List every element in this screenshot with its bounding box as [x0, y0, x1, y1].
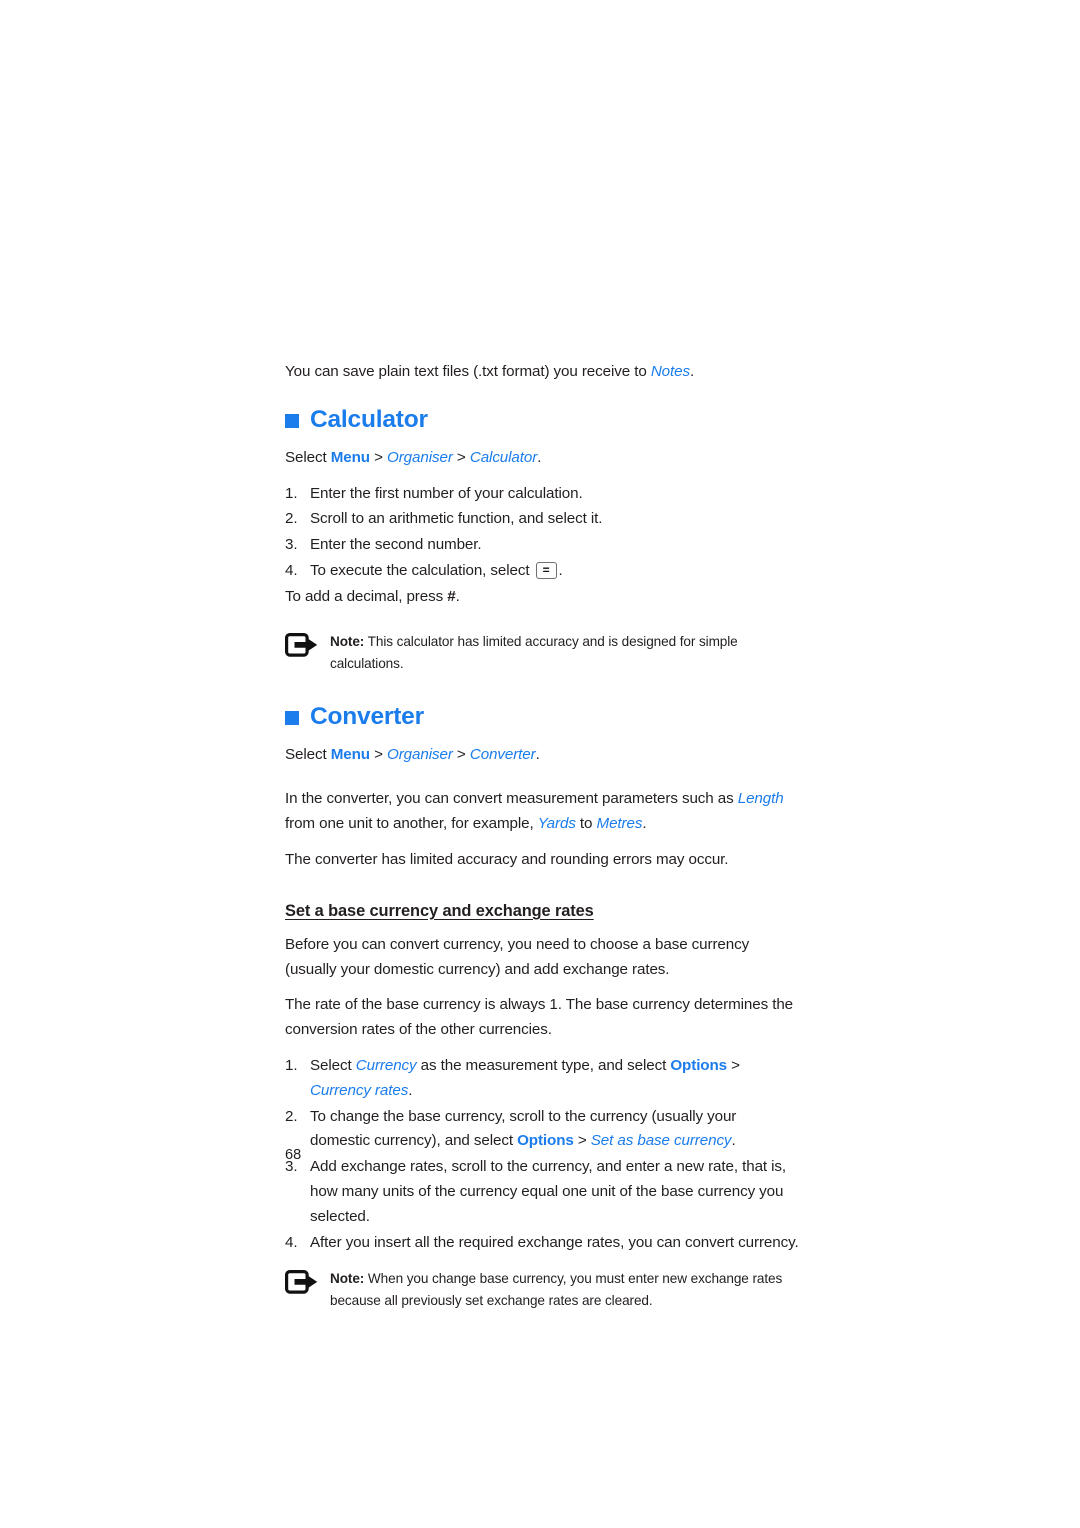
converter-intro-part2: from one unit to another, for example,: [285, 815, 538, 833]
note-body-text: This calculator has limited accuracy and…: [330, 633, 738, 671]
options-menu-reference: Options: [517, 1132, 574, 1150]
note-callout-calculator: Note: This calculator has limited accura…: [285, 630, 800, 675]
square-bullet-icon: [285, 710, 299, 725]
decimal-text-before: To add a decimal, press: [285, 587, 448, 605]
note-label: Note:: [330, 1271, 365, 1287]
step-text: Select Currency as the measurement type,…: [310, 1054, 800, 1104]
step4-text-before: To execute the calculation, select: [310, 561, 534, 579]
decimal-hint: To add a decimal, press #.: [285, 585, 800, 610]
path-organiser: Organiser: [387, 448, 453, 466]
step4-text-after: .: [558, 561, 563, 579]
note-callout-converter: Note: When you change base currency, you…: [285, 1267, 800, 1312]
step1-part1: Select: [310, 1056, 356, 1074]
square-bullet-icon: [285, 413, 299, 428]
step-number: 3.: [285, 536, 298, 554]
section-heading-calculator: Calculator: [285, 405, 800, 435]
step-number: 4.: [285, 1233, 298, 1251]
step1-separator: >: [727, 1056, 740, 1074]
converter-accuracy-paragraph: The converter has limited accuracy and r…: [285, 850, 729, 868]
converter-intro-part3: to: [575, 815, 597, 833]
path-separator-2: >: [452, 745, 470, 763]
list-item: 3. Add exchange rates, scroll to the cur…: [285, 1155, 800, 1229]
set-as-base-currency-reference: Set as base currency: [590, 1132, 732, 1150]
step-number: 3.: [285, 1158, 298, 1176]
step-number: 1.: [285, 1056, 298, 1074]
step-text: To execute the calculation, select =.: [310, 559, 800, 584]
step-number: 4.: [285, 561, 298, 579]
hash-key-label: #: [447, 587, 456, 605]
page-number: 68: [285, 1147, 302, 1163]
intro-text-before: You can save plain text files (.txt form…: [285, 363, 651, 380]
subheading-base-currency: Set a base currency and exchange rates: [285, 901, 594, 920]
currency-rates-reference: Currency rates: [310, 1081, 409, 1099]
note-arrow-icon: [285, 630, 330, 662]
intro-paragraph: You can save plain text files (.txt form…: [285, 360, 800, 385]
path-separator-1: >: [370, 745, 388, 763]
list-item: 3. Enter the second number.: [285, 533, 800, 558]
path-converter: Converter: [469, 745, 536, 763]
path-select-label: Select: [285, 745, 331, 763]
converter-menu-path: Select Menu > Organiser > Converter.: [285, 743, 800, 768]
step-number: 2.: [285, 510, 298, 528]
step-text: To change the base currency, scroll to t…: [310, 1105, 800, 1155]
equals-key-icon: =: [535, 561, 557, 579]
list-item: 1. Select Currency as the measurement ty…: [285, 1054, 800, 1104]
note-body-text: When you change base currency, you must …: [330, 1271, 783, 1309]
heading-calculator-text: Calculator: [310, 405, 428, 433]
yards-reference: Yards: [537, 815, 576, 833]
step-text: Enter the first number of your calculati…: [310, 484, 583, 502]
notes-reference: Notes: [650, 363, 690, 380]
length-reference: Length: [737, 790, 784, 808]
note-text: Note: This calculator has limited accura…: [330, 630, 800, 675]
converter-steps-list: 1. Select Currency as the measurement ty…: [285, 1054, 800, 1255]
intro-text-after: .: [690, 363, 695, 380]
path-select-label: Select: [285, 448, 331, 466]
document-page: You can save plain text files (.txt form…: [0, 0, 1080, 1528]
path-end: .: [535, 745, 540, 763]
calculator-steps-list: 1. Enter the first number of your calcul…: [285, 482, 800, 584]
path-separator-1: >: [370, 448, 388, 466]
page-content: You can save plain text files (.txt form…: [285, 360, 800, 1312]
list-item: 2. To change the base currency, scroll t…: [285, 1105, 800, 1155]
step1-end: .: [408, 1081, 413, 1099]
step-text: After you insert all the required exchan…: [310, 1233, 799, 1251]
list-item: 2. Scroll to an arithmetic function, and…: [285, 507, 800, 532]
list-item: 4. After you insert all the required exc…: [285, 1231, 800, 1256]
step2-end: .: [731, 1132, 736, 1150]
path-separator-2: >: [452, 448, 470, 466]
list-item: 4. To execute the calculation, select =.: [285, 559, 800, 584]
section-heading-converter: Converter: [285, 702, 800, 732]
currency-reference: Currency: [355, 1056, 417, 1074]
note-text: Note: When you change base currency, you…: [330, 1267, 800, 1312]
step-text: Add exchange rates, scroll to the curren…: [310, 1158, 787, 1225]
heading-converter-text: Converter: [310, 702, 424, 730]
path-organiser: Organiser: [387, 745, 453, 763]
metres-reference: Metres: [596, 815, 643, 833]
path-calculator: Calculator: [469, 448, 538, 466]
path-end: .: [537, 448, 542, 466]
step-number: 1.: [285, 484, 298, 502]
step1-part2: as the measurement type, and select: [416, 1056, 671, 1074]
list-item: 1. Enter the first number of your calcul…: [285, 482, 800, 507]
options-menu-reference: Options: [670, 1056, 728, 1074]
converter-intro-part1: In the converter, you can convert measur…: [285, 790, 738, 808]
converter-intro-part4: .: [642, 815, 647, 833]
step-text: Scroll to an arithmetic function, and se…: [310, 510, 603, 528]
step-text: Enter the second number.: [310, 536, 482, 554]
calculator-menu-path: Select Menu > Organiser > Calculator.: [285, 446, 800, 471]
path-menu: Menu: [330, 448, 370, 466]
note-arrow-icon: [285, 1267, 330, 1299]
note-label: Note:: [330, 633, 365, 649]
decimal-text-after: .: [455, 587, 460, 605]
base-currency-paragraph-2: The rate of the base currency is always …: [285, 996, 794, 1039]
path-menu: Menu: [330, 745, 370, 763]
step2-separator: >: [573, 1132, 591, 1150]
base-currency-paragraph-1: Before you can convert currency, you nee…: [285, 935, 750, 978]
converter-intro-paragraph: In the converter, you can convert measur…: [285, 787, 800, 837]
